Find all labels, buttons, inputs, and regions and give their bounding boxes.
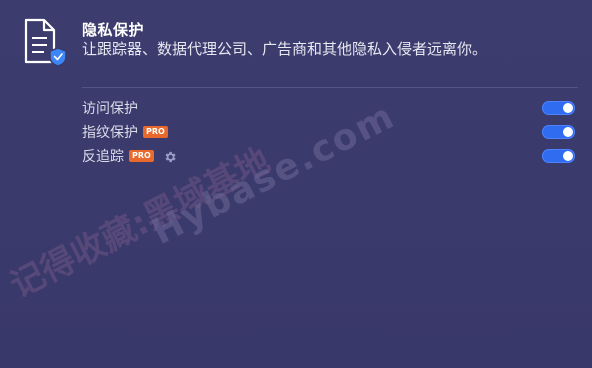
section-divider bbox=[82, 87, 578, 88]
pro-badge: PRO bbox=[143, 126, 168, 138]
setting-label: 指纹保护 bbox=[82, 125, 138, 141]
privacy-protection-panel: 隐私保护 让跟踪器、数据代理公司、广告商和其他隐私入侵者远离你。 访问保护 指纹… bbox=[0, 0, 592, 368]
pro-badge: PRO bbox=[129, 150, 154, 162]
anti-tracking-toggle[interactable] bbox=[542, 149, 575, 163]
access-protection-toggle[interactable] bbox=[542, 101, 575, 115]
gear-icon[interactable] bbox=[163, 149, 177, 163]
shield-document-icon bbox=[22, 18, 68, 68]
setting-label: 反追踪 bbox=[82, 149, 124, 165]
toggle-knob bbox=[563, 127, 573, 137]
setting-row-access-protection: 访问保护 bbox=[82, 98, 578, 118]
toggle-knob bbox=[563, 103, 573, 113]
setting-row-fingerprint-protection: 指纹保护 PRO bbox=[82, 122, 578, 142]
setting-label: 访问保护 bbox=[82, 101, 138, 117]
page-subtitle: 让跟踪器、数据代理公司、广告商和其他隐私入侵者远离你。 bbox=[82, 40, 488, 58]
watermark-line-2: Hybase.com bbox=[145, 95, 401, 253]
setting-row-anti-tracking: 反追踪 PRO bbox=[82, 146, 578, 166]
toggle-knob bbox=[563, 151, 573, 161]
page-title: 隐私保护 bbox=[82, 21, 145, 39]
fingerprint-protection-toggle[interactable] bbox=[542, 125, 575, 139]
